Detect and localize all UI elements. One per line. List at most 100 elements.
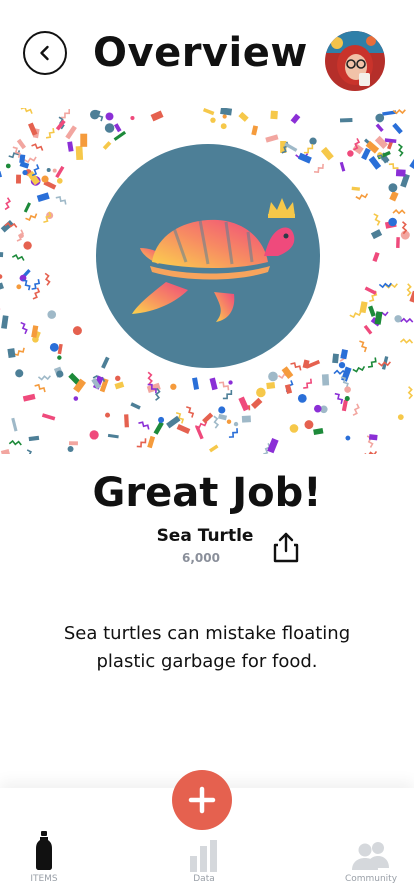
confetti-piece — [0, 171, 3, 180]
share-button[interactable] — [272, 531, 300, 563]
confetti-piece — [16, 174, 22, 184]
confetti-piece — [16, 138, 27, 150]
confetti-piece — [392, 209, 406, 215]
confetti-piece — [375, 113, 385, 123]
confetti-piece — [352, 403, 360, 416]
confetti-piece — [22, 169, 28, 176]
confetti-piece — [147, 435, 156, 449]
plus-icon — [188, 786, 216, 814]
confetti-piece — [56, 178, 63, 184]
confetti-piece — [313, 427, 324, 436]
confetti-piece — [241, 415, 251, 423]
confetti-piece — [209, 444, 219, 453]
share-icon — [273, 532, 299, 563]
confetti-piece — [136, 438, 147, 448]
confetti-piece — [359, 340, 368, 353]
confetti-piece — [31, 143, 44, 151]
confetti-piece — [289, 424, 299, 433]
confetti-piece — [332, 353, 339, 364]
confetti-piece — [1, 315, 9, 329]
headline: Great Job! — [92, 470, 322, 516]
confetti-piece — [268, 371, 278, 382]
confetti-piece — [388, 183, 398, 193]
confetti-piece — [347, 150, 354, 157]
confetti-piece — [26, 449, 34, 454]
confetti-piece — [384, 138, 397, 144]
confetti-piece — [19, 154, 26, 164]
confetti-piece — [344, 386, 351, 393]
confetti-piece — [368, 434, 378, 441]
confetti-piece — [341, 366, 352, 382]
confetti-piece — [176, 424, 191, 435]
people-icon — [352, 842, 389, 870]
tab-items-label: ITEMS — [30, 874, 58, 884]
confetti-piece — [344, 396, 350, 402]
confetti-piece — [320, 146, 334, 161]
confetti-piece — [226, 419, 232, 424]
confetti-piece — [304, 420, 314, 430]
confetti-piece — [23, 202, 31, 213]
confetti-piece — [65, 125, 77, 140]
confetti-piece — [373, 213, 381, 226]
confetti-piece — [11, 417, 18, 432]
tab-data[interactable]: Data — [184, 838, 224, 884]
confetti-piece — [251, 125, 259, 136]
add-item-button[interactable] — [172, 770, 232, 830]
tab-data-label: Data — [193, 874, 215, 884]
tab-community[interactable]: Community — [340, 840, 402, 884]
confetti-piece — [20, 321, 28, 335]
confetti-piece — [355, 193, 369, 200]
confetti-piece — [0, 274, 3, 279]
confetti-piece — [31, 279, 41, 290]
item-name: Sea Turtle — [156, 526, 254, 546]
confetti-piece — [389, 191, 399, 202]
confetti-piece — [113, 123, 122, 133]
confetti-piece — [202, 412, 214, 424]
back-button[interactable] — [23, 31, 67, 75]
confetti-piece — [397, 143, 404, 157]
confetti-piece — [238, 396, 250, 412]
confetti-piece — [209, 377, 218, 391]
confetti-piece — [20, 108, 33, 114]
confetti-piece — [104, 123, 115, 133]
crown-icon — [268, 198, 295, 216]
confetti-piece — [44, 272, 51, 286]
confetti-piece — [28, 435, 40, 442]
confetti-piece — [0, 282, 4, 293]
header: Overview — [0, 0, 414, 110]
confetti-piece — [41, 413, 56, 421]
confetti-piece — [7, 348, 16, 358]
confetti-piece — [351, 186, 361, 191]
tab-community-label: Community — [344, 874, 398, 884]
confetti-piece — [67, 446, 74, 453]
confetti-piece — [192, 377, 200, 390]
confetti-piece — [399, 338, 414, 344]
tab-items[interactable]: ITEMS — [22, 830, 66, 884]
confetti-piece — [228, 428, 239, 438]
confetti-piece — [238, 111, 249, 122]
confetti-piece — [34, 383, 46, 393]
confetti-piece — [256, 387, 266, 398]
confetti-piece — [367, 357, 377, 368]
confetti-piece — [89, 430, 99, 440]
confetti-piece — [364, 450, 378, 454]
confetti-piece — [222, 114, 227, 119]
confetti-piece — [228, 380, 233, 385]
confetti-piece — [409, 159, 414, 170]
confetti-piece — [220, 123, 227, 130]
user-avatar[interactable] — [325, 31, 385, 91]
confetti-piece — [186, 406, 195, 418]
confetti-piece — [90, 109, 100, 120]
confetti-piece — [68, 441, 78, 446]
confetti-piece — [359, 301, 368, 314]
confetti-piece — [13, 347, 25, 357]
confetti-piece — [23, 156, 37, 164]
confetti-piece — [297, 393, 307, 403]
confetti-piece — [60, 109, 71, 119]
confetti-piece — [270, 110, 278, 120]
confetti-piece — [222, 389, 233, 400]
confetti-piece — [4, 197, 11, 211]
confetti-piece — [105, 412, 111, 418]
confetti-piece — [47, 310, 57, 319]
confetti-piece — [130, 115, 135, 121]
